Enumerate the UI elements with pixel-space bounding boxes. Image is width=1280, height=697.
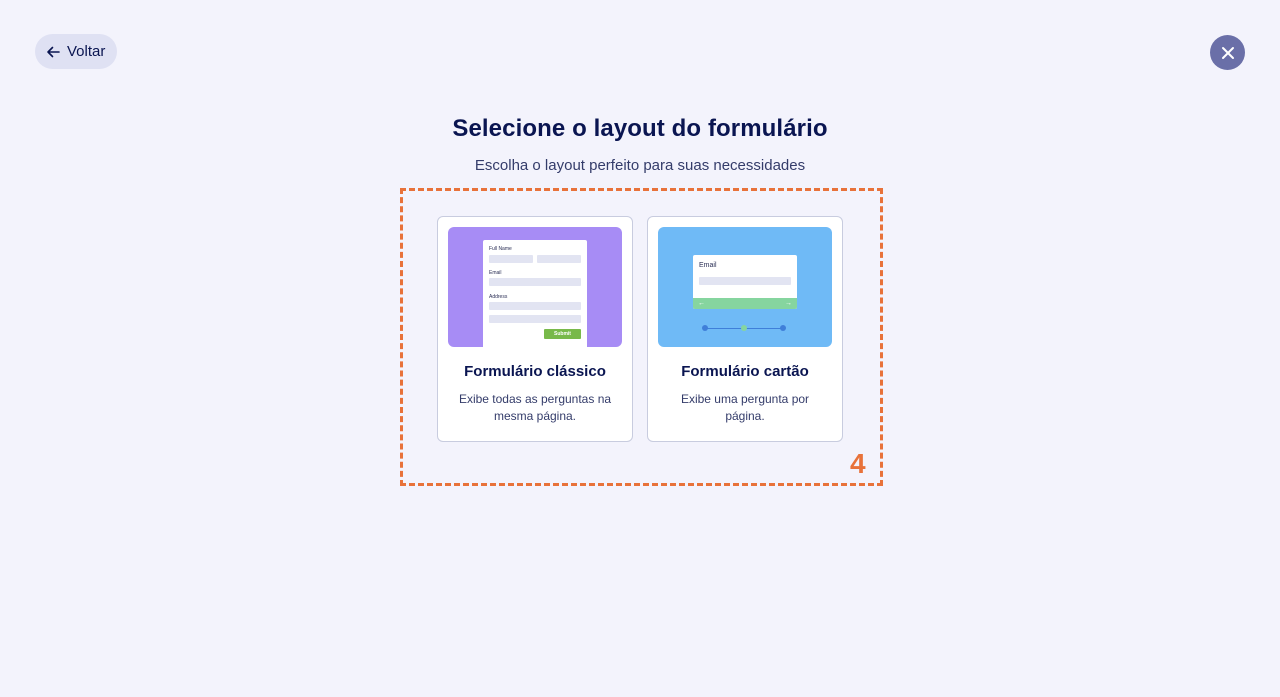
mock-last-name-field: [537, 255, 581, 263]
card-form-card[interactable]: Email ← → Formulário cartão Exibe uma pe…: [647, 216, 843, 442]
mock-progress-dot-3: [780, 325, 786, 331]
back-button[interactable]: Voltar: [35, 34, 118, 69]
mock-next-arrow-icon: →: [785, 300, 792, 307]
classic-form-description: Exibe todas as perguntas na mesma página…: [458, 392, 612, 423]
page-subtitle: Escolha o layout perfeito para suas nece…: [474, 157, 806, 174]
mock-email-field: [489, 278, 581, 286]
mock-progress-dot-1: [702, 325, 708, 331]
close-icon: [1221, 46, 1234, 59]
classic-form-title: Formulário clássico: [464, 363, 606, 380]
mock-form-sheet: Full Name Email Address Submit: [483, 240, 587, 347]
mock-address-field-2: [489, 315, 581, 323]
close-button[interactable]: [1210, 35, 1245, 70]
mock-question-card: Email ← →: [693, 255, 797, 309]
mock-progress-indicator: [702, 325, 786, 331]
card-form-description: Exibe uma pergunta por página.: [680, 392, 810, 423]
page-title: Selecione o layout do formulário: [452, 115, 828, 142]
arrow-left-icon: [47, 46, 60, 57]
back-button-label: Voltar: [67, 43, 106, 60]
mock-progress-dot-2: [741, 325, 747, 331]
mock-submit-button: Submit: [544, 329, 581, 339]
classic-form-card[interactable]: Full Name Email Address Submit Formulári…: [437, 216, 633, 442]
form-layout-page: Voltar Selecione o layout do formulário …: [0, 0, 1280, 697]
mock-address-field-1: [489, 302, 581, 310]
card-form-preview: Email ← →: [658, 227, 832, 347]
mock-email-label: Email: [489, 270, 502, 276]
mock-address-label: Address: [489, 294, 508, 300]
mock-full-name-label: Full Name: [489, 246, 512, 252]
annotation-number: 4: [850, 448, 866, 479]
mock-prev-arrow-icon: ←: [698, 300, 705, 307]
mock-email-field: [699, 277, 791, 285]
classic-form-preview: Full Name Email Address Submit: [448, 227, 622, 347]
card-form-title: Formulário cartão: [681, 363, 809, 380]
mock-first-name-field: [489, 255, 533, 263]
mock-nav-bar: ← →: [693, 298, 797, 309]
mock-email-label: Email: [699, 262, 717, 269]
